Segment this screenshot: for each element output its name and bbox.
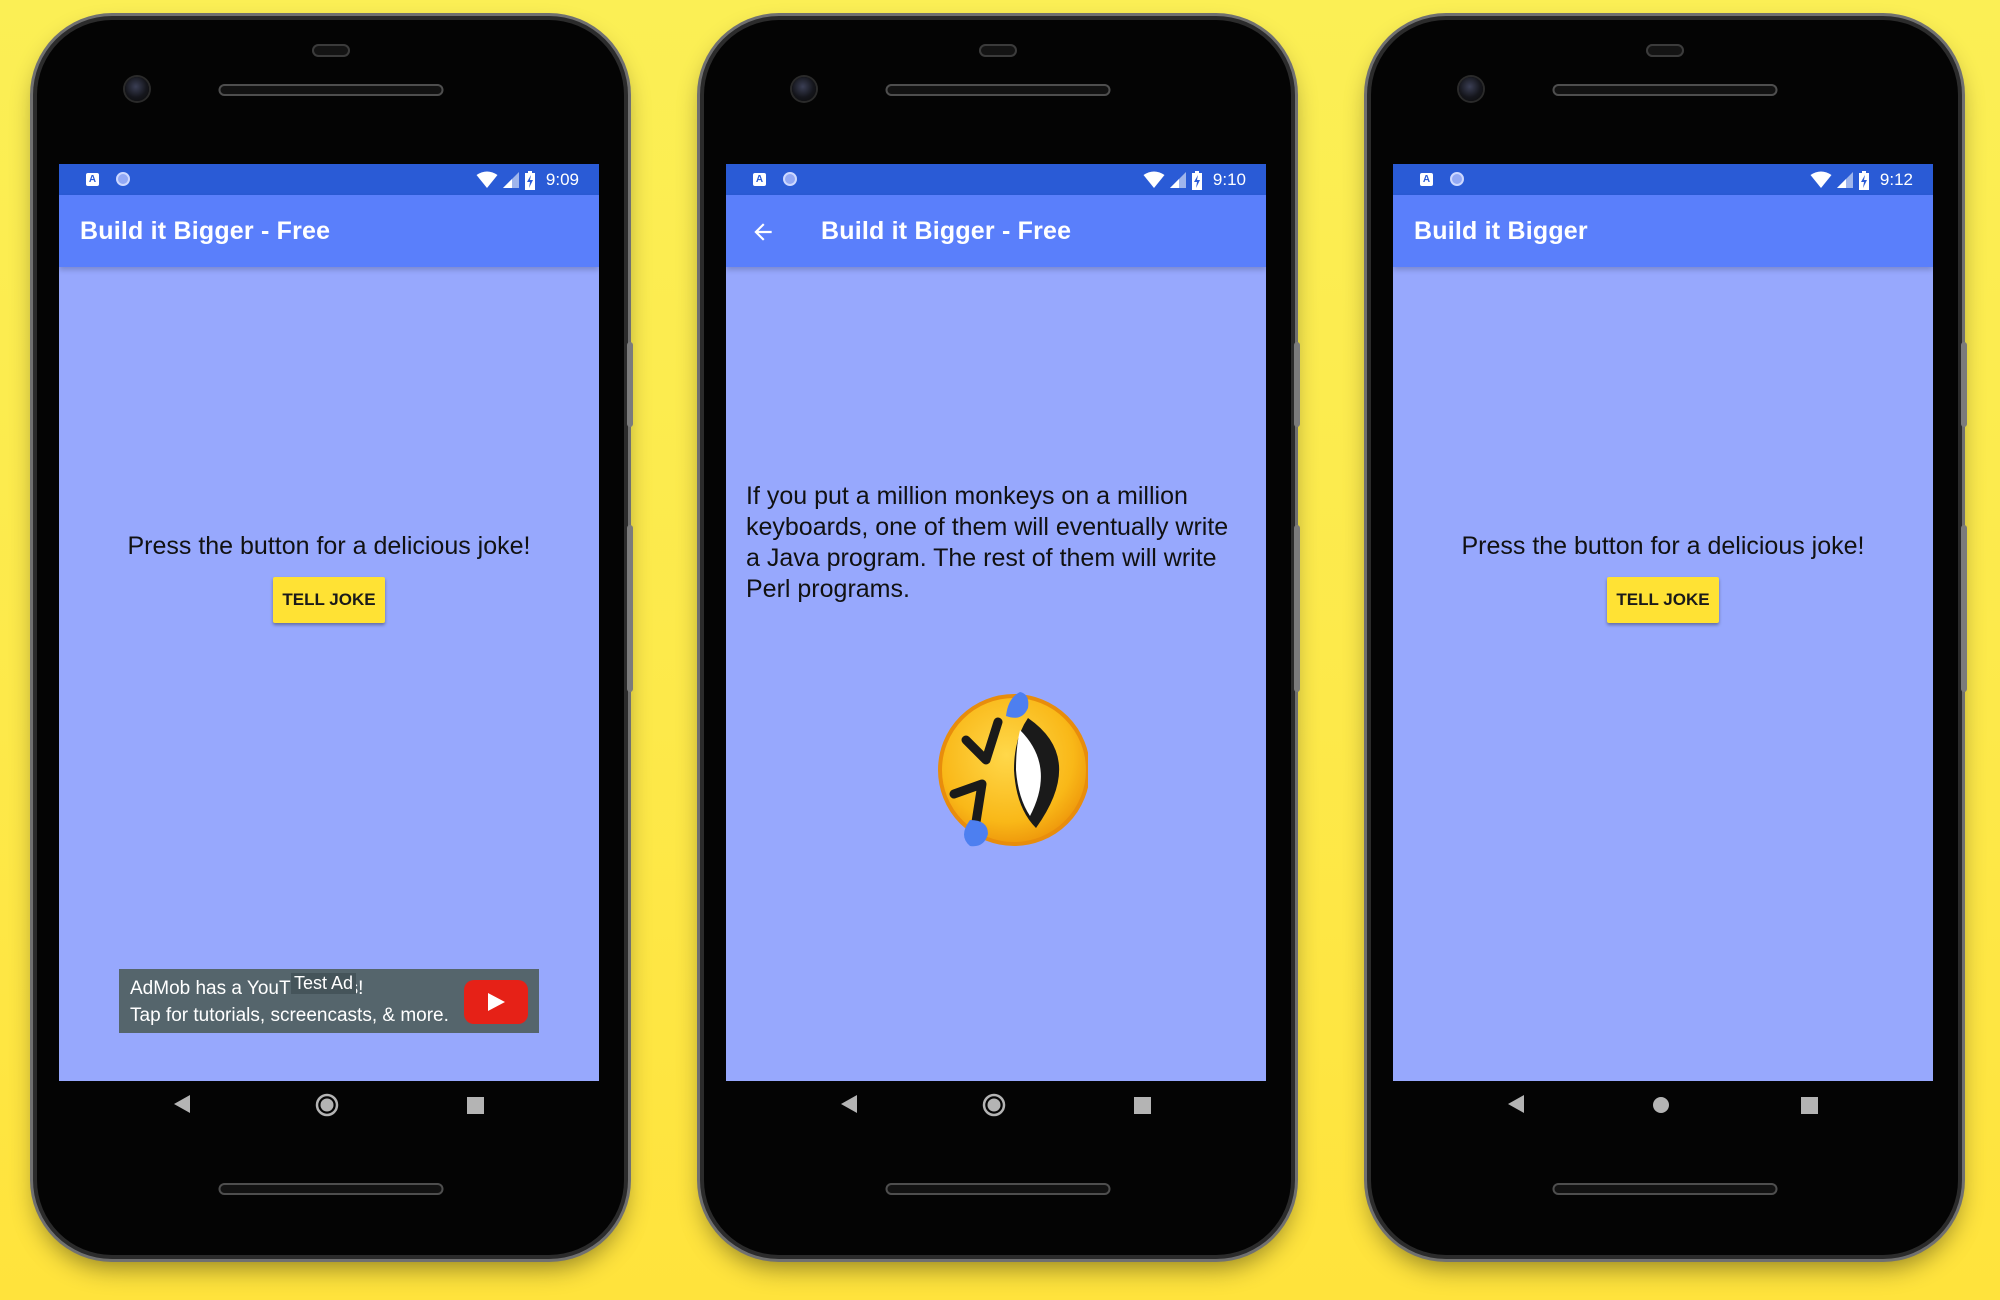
app-bar: Build it Bigger - Free bbox=[59, 195, 599, 267]
notification-a-icon: A bbox=[1420, 173, 1433, 186]
main-content: Press the button for a delicious joke! T… bbox=[1393, 267, 1933, 1081]
wifi-icon bbox=[1810, 171, 1832, 188]
notification-circle-icon bbox=[783, 172, 797, 186]
phone-frame-2: A 9:10 Build it Bigger - Free If you put… bbox=[704, 20, 1300, 1255]
joke-prompt: Press the button for a delicious joke! bbox=[127, 532, 531, 560]
volume-button bbox=[1294, 525, 1300, 692]
power-button bbox=[1294, 342, 1300, 427]
wifi-icon bbox=[1143, 171, 1165, 188]
battery-icon bbox=[1858, 170, 1869, 190]
front-camera bbox=[1459, 77, 1483, 101]
status-bar: A 9:09 bbox=[59, 164, 599, 195]
volume-button bbox=[627, 525, 633, 692]
main-content: Press the button for a delicious joke! T… bbox=[59, 267, 599, 1081]
battery-icon bbox=[1191, 170, 1202, 190]
signal-icon bbox=[502, 172, 519, 188]
volume-button bbox=[1961, 525, 1967, 692]
back-triangle-icon[interactable] bbox=[1507, 1094, 1525, 1114]
recents-square-icon[interactable] bbox=[467, 1097, 484, 1114]
back-triangle-icon[interactable] bbox=[173, 1094, 191, 1114]
admob-banner[interactable]: AdMob has a YouTs! Tap for tutorials, sc… bbox=[119, 969, 539, 1033]
app-bar: Build it Bigger - Free bbox=[726, 195, 1266, 267]
status-bar: A 9:12 bbox=[1393, 164, 1933, 195]
home-circle-icon[interactable] bbox=[982, 1093, 1006, 1117]
status-time: 9:09 bbox=[545, 170, 579, 189]
front-camera bbox=[792, 77, 816, 101]
bottom-speaker bbox=[885, 1183, 1110, 1195]
back-triangle-icon[interactable] bbox=[840, 1094, 858, 1114]
joke-prompt: Press the button for a delicious joke! bbox=[1461, 532, 1865, 560]
proximity-sensor bbox=[311, 44, 350, 57]
notification-circle-icon bbox=[1450, 172, 1464, 186]
app-bar: Build it Bigger bbox=[1393, 195, 1933, 267]
earpiece-speaker bbox=[885, 84, 1110, 96]
test-ad-badge: Test Ad bbox=[291, 973, 357, 994]
notification-circle-icon bbox=[116, 172, 130, 186]
battery-icon bbox=[524, 170, 535, 190]
bottom-speaker bbox=[218, 1183, 443, 1195]
joke-text: If you put a million monkeys on a millio… bbox=[746, 482, 1229, 603]
app-title: Build it Bigger - Free bbox=[821, 217, 1072, 245]
home-circle-icon[interactable] bbox=[1652, 1096, 1670, 1114]
proximity-sensor bbox=[1645, 44, 1684, 57]
phone-screen-3: A 9:12 Build it Bigger Press the button … bbox=[1393, 164, 1933, 1081]
home-circle-icon[interactable] bbox=[315, 1093, 339, 1117]
phone-screen-1: A 9:09 Build it Bigger - Free Press the … bbox=[59, 164, 599, 1081]
earpiece-speaker bbox=[218, 84, 443, 96]
tell-joke-button[interactable]: TELL JOKE bbox=[273, 577, 385, 623]
recents-square-icon[interactable] bbox=[1134, 1097, 1151, 1114]
app-title: Build it Bigger bbox=[1414, 217, 1588, 245]
wifi-icon bbox=[476, 171, 498, 188]
signal-icon bbox=[1836, 172, 1853, 188]
rolling-on-floor-laughing-emoji bbox=[938, 692, 1088, 847]
status-bar: A 9:10 bbox=[726, 164, 1266, 195]
phone-screen-2: A 9:10 Build it Bigger - Free If you put… bbox=[726, 164, 1266, 1081]
tell-joke-button[interactable]: TELL JOKE bbox=[1607, 577, 1719, 623]
notification-a-icon: A bbox=[753, 173, 766, 186]
proximity-sensor bbox=[978, 44, 1017, 57]
app-title: Build it Bigger - Free bbox=[80, 217, 331, 245]
back-arrow-icon[interactable] bbox=[750, 219, 776, 245]
recents-square-icon[interactable] bbox=[1801, 1097, 1818, 1114]
phone-frame-3: A 9:12 Build it Bigger Press the button … bbox=[1371, 20, 1967, 1255]
notification-a-icon: A bbox=[86, 173, 99, 186]
power-button bbox=[1961, 342, 1967, 427]
bottom-speaker bbox=[1552, 1183, 1777, 1195]
front-camera bbox=[125, 77, 149, 101]
ad-line-2: Tap for tutorials, screencasts, & more. bbox=[130, 1005, 449, 1026]
main-content: If you put a million monkeys on a millio… bbox=[726, 267, 1266, 1081]
signal-icon bbox=[1169, 172, 1186, 188]
earpiece-speaker bbox=[1552, 84, 1777, 96]
phone-frame-1: A 9:09 Build it Bigger - Free Press the … bbox=[37, 20, 633, 1255]
status-time: 9:10 bbox=[1212, 170, 1246, 189]
status-time: 9:12 bbox=[1879, 170, 1913, 189]
youtube-play-icon bbox=[464, 980, 528, 1024]
power-button bbox=[627, 342, 633, 427]
